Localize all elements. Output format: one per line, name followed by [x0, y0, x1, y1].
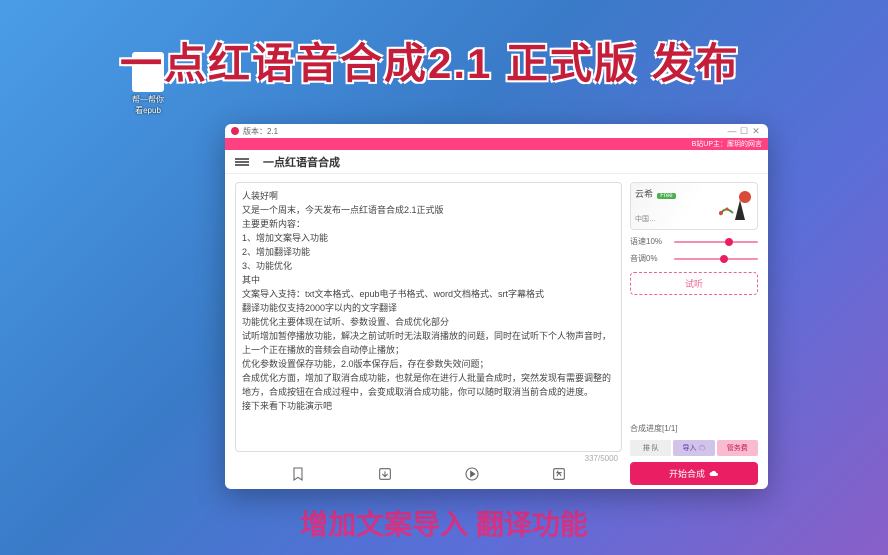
left-panel: 人装好啊 又是一个周末，今天发布一点红语音合成2.1正式版 主要更新内容： 1、… — [235, 182, 622, 485]
cloud-icon — [709, 470, 719, 477]
toolbar — [235, 463, 622, 485]
right-panel: 云希 Free 中国… 语速10% 音调0% 试听 — [630, 182, 758, 485]
start-label: 开始合成 — [669, 467, 705, 480]
tab-fee[interactable]: 管务费 — [717, 440, 758, 456]
app-title: 一点红语音合成 — [263, 154, 340, 170]
header-bar: 一点红语音合成 — [225, 150, 768, 174]
tab-queue[interactable]: 排 队 — [630, 440, 671, 456]
menu-icon[interactable] — [235, 157, 249, 167]
titlebar: 版本：2.1 — ☐ ✕ — [225, 124, 768, 138]
version-label: 版本：2.1 — [243, 126, 278, 137]
start-synthesis-button[interactable]: 开始合成 — [630, 462, 758, 485]
minimize-button[interactable]: — — [726, 126, 738, 136]
voice-card[interactable]: 云希 Free 中国… — [630, 182, 758, 230]
app-window: 版本：2.1 — ☐ ✕ B站UP主：厮玥的网言 一点红语音合成 人装好啊 又是… — [225, 124, 768, 489]
text-input[interactable]: 人装好啊 又是一个周末，今天发布一点红语音合成2.1正式版 主要更新内容： 1、… — [235, 182, 622, 452]
voice-free-badge: Free — [657, 193, 675, 199]
close-button[interactable]: ✕ — [750, 126, 762, 137]
pitch-label: 音调0% — [630, 253, 670, 264]
credit-bar: B站UP主：厮玥的网言 — [225, 138, 768, 150]
speed-label: 语速10% — [630, 236, 670, 247]
bookmark-icon[interactable] — [290, 466, 306, 482]
voice-name: 云希 — [635, 189, 653, 199]
credit-text: B站UP主：厮玥的网言 — [692, 139, 762, 149]
banner-title: 一点红语音合成2.1 正式版 发布 — [120, 30, 740, 91]
tab-import[interactable]: 导入 ☁ — [673, 440, 714, 456]
footer-subtitle: 增加文案导入 翻译功能 — [300, 503, 588, 543]
speed-slider[interactable]: 语速10% — [630, 236, 758, 247]
import-icon[interactable] — [377, 466, 393, 482]
translate-icon[interactable] — [551, 466, 567, 482]
voice-avatar — [715, 185, 755, 225]
maximize-button[interactable]: ☐ — [738, 126, 750, 137]
pitch-slider[interactable]: 音调0% — [630, 253, 758, 264]
tabs: 排 队 导入 ☁ 管务费 — [630, 440, 758, 456]
progress-label: 合成进度[1/1] — [630, 423, 758, 434]
app-icon — [231, 127, 239, 135]
char-counter: 337/5000 — [235, 452, 622, 463]
listen-button[interactable]: 试听 — [630, 272, 758, 295]
play-icon[interactable] — [464, 466, 480, 482]
